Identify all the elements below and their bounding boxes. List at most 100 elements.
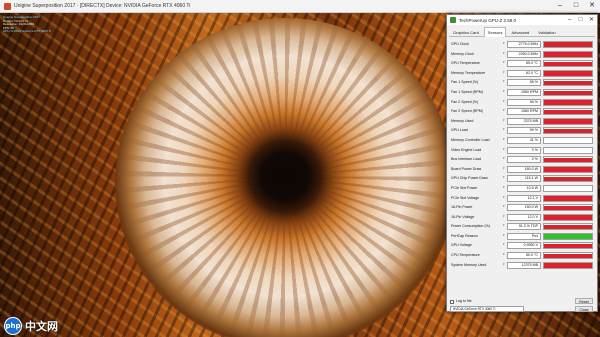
sensor-mode-chevron-down-icon[interactable]: ▾	[503, 89, 506, 93]
sensor-mode-chevron-down-icon[interactable]: ▾	[503, 61, 506, 64]
tab-validation[interactable]: Validation	[534, 27, 559, 37]
sensor-row: Fan 1 Speed (%) ▾ 55 %	[450, 78, 594, 88]
sensor-value: 10.5 W	[507, 184, 541, 192]
sensor-row: PCIe Slot Power ▾ 10.5 W	[450, 184, 594, 194]
sensor-mode-chevron-down-icon[interactable]: ▾	[503, 195, 506, 199]
tab-sensors[interactable]: Sensors	[483, 27, 507, 37]
overlay-line: GPU: NVIDIA GeForce RTX 4060 Ti	[3, 30, 51, 34]
maximize-icon[interactable]: □	[568, 0, 584, 12]
gpu-select-dropdown[interactable]: NVIDIA GeForce RTX 4060 Ti	[450, 306, 524, 312]
sensor-mode-chevron-down-icon[interactable]: ▾	[503, 243, 506, 246]
sensor-graph-fill	[544, 233, 592, 239]
sensor-value: 115.1 W	[507, 175, 541, 183]
sensor-label: System Memory Used	[451, 262, 487, 267]
sensor-graph-fill	[544, 61, 592, 67]
sensor-graph	[543, 156, 593, 164]
sensor-mode-chevron-down-icon[interactable]: ▾	[503, 51, 506, 55]
sensor-graph	[543, 165, 593, 173]
screenshot-icon[interactable]: □	[575, 15, 586, 25]
render-window-title: Unigine Superposition 2017 · [DIRECTX] D…	[14, 3, 191, 9]
minimize-icon[interactable]: –	[552, 0, 568, 12]
sensor-label: Memory Clock	[451, 51, 474, 56]
sensor-graph-fill	[544, 167, 592, 172]
tab-graphics-card[interactable]: Graphics Card	[449, 27, 483, 37]
close-icon[interactable]: ✕	[584, 0, 600, 12]
sensor-graph	[543, 175, 593, 183]
sensor-row: CPU Temperature ▾ 60.0 °C	[450, 251, 594, 261]
sensor-graph	[543, 117, 593, 125]
tab-advanced[interactable]: Advanced	[507, 27, 533, 37]
log-to-file-label: Log to file	[456, 299, 472, 303]
sensor-value: 0 %	[507, 146, 541, 154]
sensor-row: Board Power Draw ▾ 160.0 W	[450, 165, 594, 175]
sensor-mode-chevron-down-icon[interactable]: ▾	[503, 185, 506, 189]
log-to-file-checkbox[interactable]	[450, 300, 454, 304]
sensor-graph-fill	[544, 215, 592, 220]
sensor-mode-chevron-down-icon[interactable]: ▾	[503, 80, 506, 83]
sensor-label: Fan 1 Speed (%)	[451, 80, 479, 85]
close-button[interactable]: Close	[575, 306, 593, 312]
sensor-mode-chevron-down-icon[interactable]: ▾	[503, 109, 506, 112]
sensor-mode-chevron-down-icon[interactable]: ▾	[503, 157, 506, 160]
gpuz-window: TechPowerUp GPU-Z 2.59.0 – □ ✕ Graphics …	[446, 14, 598, 312]
watermark: php 中文网	[4, 317, 58, 335]
sensor-mode-chevron-down-icon[interactable]: ▾	[503, 118, 506, 122]
sensor-mode-chevron-down-icon[interactable]: ▾	[503, 262, 506, 266]
sensor-mode-chevron-down-icon[interactable]: ▾	[503, 137, 506, 141]
sensor-graph-fill	[544, 52, 592, 57]
sensor-row: GPU Load ▾ 99 %	[450, 126, 594, 136]
sensor-value: 12.1 V	[507, 194, 541, 202]
sensor-graph	[543, 261, 593, 269]
sensor-graph-fill	[544, 224, 592, 230]
sensor-graph	[543, 88, 593, 96]
sensor-label: 16-Pin Power	[451, 205, 473, 210]
sensor-label: GPU Voltage	[451, 243, 472, 248]
sensor-graph-fill	[544, 71, 592, 76]
sensor-mode-chevron-down-icon[interactable]: ▾	[503, 99, 506, 103]
sensor-graph-fill	[544, 100, 592, 105]
sensor-label: PCIe Slot Voltage	[451, 195, 480, 200]
sensor-mode-chevron-down-icon[interactable]: ▾	[503, 70, 506, 74]
sensor-mode-chevron-down-icon[interactable]: ▾	[503, 42, 506, 45]
sensor-row: Memory Controller Load ▾ 41 %	[450, 136, 594, 146]
sensor-row: Fan 2 Speed (%) ▾ 55 %	[450, 98, 594, 108]
sensor-label: Memory Temperature	[451, 70, 486, 75]
sensor-value: 0.9950 V	[507, 242, 541, 250]
sensor-value: 55 %	[507, 79, 541, 87]
sensor-label: Bus Interface Load	[451, 157, 482, 162]
sensor-value: 2375 MB	[507, 117, 541, 125]
sensor-row: GPU Clock ▾ 2775.0 MHz	[450, 40, 594, 50]
sensor-value: 41 %	[507, 136, 541, 144]
minimize-icon[interactable]: –	[564, 15, 575, 25]
sensor-graph	[543, 60, 593, 68]
sensor-mode-chevron-down-icon[interactable]: ▾	[503, 224, 506, 227]
sensor-label: GPU Chip Power Draw	[451, 176, 488, 181]
sensor-mode-chevron-down-icon[interactable]: ▾	[503, 205, 506, 208]
sensor-graph	[543, 98, 593, 106]
sensor-mode-chevron-down-icon[interactable]: ▾	[503, 214, 506, 218]
sensor-graph	[543, 127, 593, 135]
sensor-mode-chevron-down-icon[interactable]: ▾	[503, 253, 506, 256]
sensor-mode-chevron-down-icon[interactable]: ▾	[503, 233, 506, 237]
sensor-label: GPU Load	[451, 128, 468, 133]
sensor-label: Memory Used	[451, 118, 474, 123]
sensor-mode-chevron-down-icon[interactable]: ▾	[503, 147, 506, 151]
sensor-graph-fill	[544, 253, 592, 259]
sensor-mode-chevron-down-icon[interactable]: ▾	[503, 128, 506, 131]
sensor-graph-fill	[544, 196, 592, 201]
render-titlebar: Unigine Superposition 2017 · [DIRECTX] D…	[0, 0, 600, 13]
sensor-value: 55 %	[507, 98, 541, 106]
sensor-mode-chevron-down-icon[interactable]: ▾	[503, 176, 506, 179]
sensor-label: Fan 1 Speed (RPM)	[451, 89, 483, 94]
sensor-value: 60.0 °C	[507, 252, 541, 260]
sensor-graph	[543, 108, 593, 116]
sensor-label: PCIe Slot Power	[451, 185, 478, 190]
sensor-value: 150.0 W	[507, 204, 541, 212]
reset-button[interactable]: Reset	[575, 298, 593, 304]
sensor-graph-fill	[544, 109, 592, 115]
sensor-mode-chevron-down-icon[interactable]: ▾	[503, 166, 506, 170]
sensor-value: 1560 RPM	[507, 108, 541, 116]
close-icon[interactable]: ✕	[586, 15, 597, 25]
benchmark-overlay: Unigine Superposition 2017 Render: Direc…	[3, 16, 153, 34]
sensor-graph-fill	[544, 205, 592, 211]
